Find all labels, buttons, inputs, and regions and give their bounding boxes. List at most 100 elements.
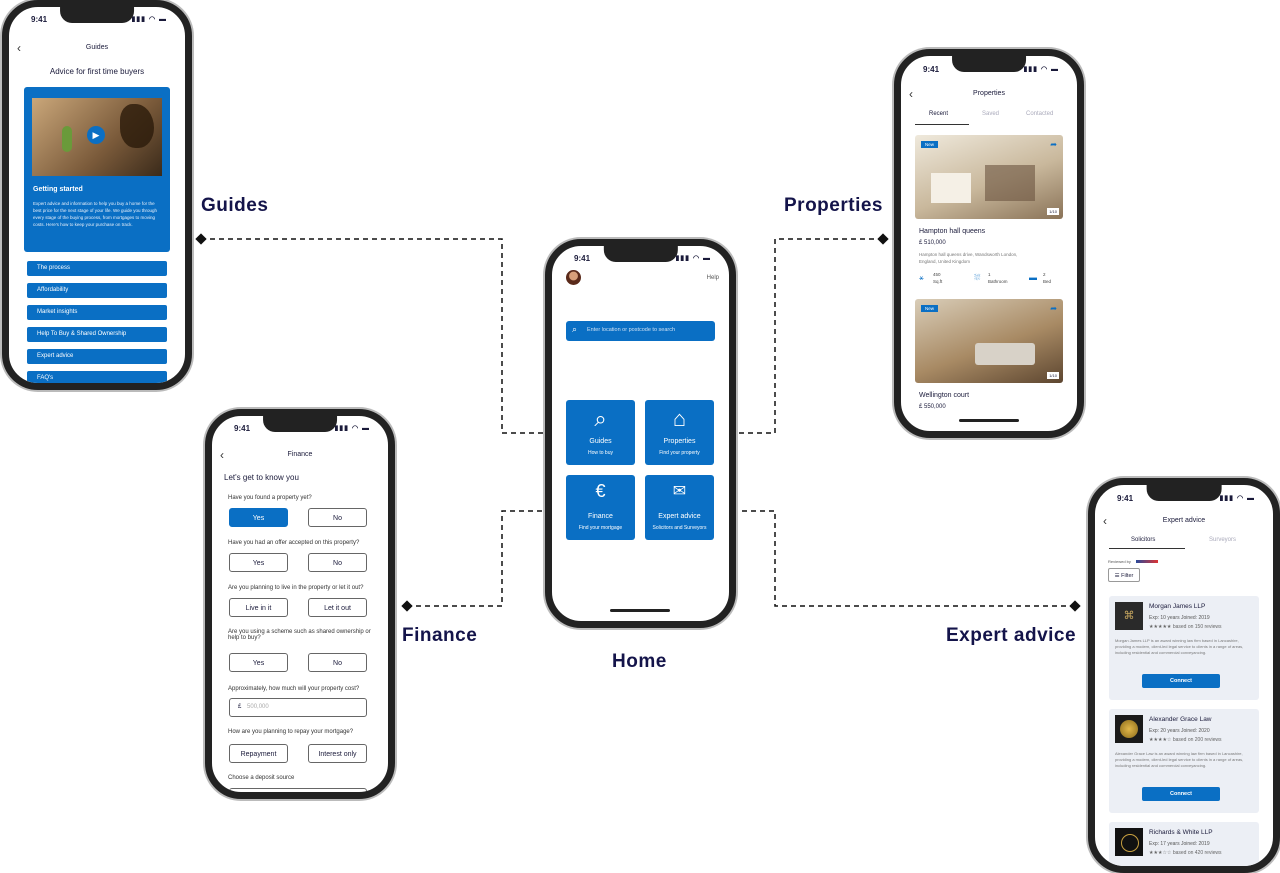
home-indicator xyxy=(959,419,1019,422)
search-bar[interactable]: ⌕ Enter location or postcode to search xyxy=(566,321,715,341)
review-count: based on 420 reviews xyxy=(1172,850,1222,856)
status-time: 9:41 xyxy=(1117,494,1134,503)
avatar[interactable] xyxy=(566,270,581,285)
help-link[interactable]: Help xyxy=(707,275,719,281)
answer-yes-button[interactable]: Yes xyxy=(229,553,288,572)
answer-yes-button[interactable]: Yes xyxy=(229,653,288,672)
tile-subtitle: Find your property xyxy=(659,450,700,456)
label-expert-advice: Expert advice xyxy=(946,625,1077,646)
guide-video-thumbnail: ▶ xyxy=(32,98,162,176)
label-guides: Guides xyxy=(201,195,269,216)
notch xyxy=(263,416,337,432)
firm-meta: Exp: 17 years Joined: 2019 xyxy=(1149,841,1210,847)
area-icon: ⚹ xyxy=(919,273,924,282)
guide-item-market-insights[interactable]: Market insights xyxy=(27,305,167,320)
home-indicator xyxy=(610,609,670,612)
guide-item-affordability[interactable]: Affordability xyxy=(27,283,167,298)
price-input[interactable]: £ 500,000 xyxy=(229,698,367,717)
firm-card: ⌘ Morgan James LLP Exp: 10 years Joined:… xyxy=(1109,596,1259,700)
tab-recent[interactable]: Recent xyxy=(929,111,948,117)
tile-expert-advice[interactable]: ✉ Expert advice Solicitors and Surveyors xyxy=(645,475,714,540)
search-placeholder: Enter location or postcode to search xyxy=(587,327,676,333)
finance-heading: Let's get to know you xyxy=(224,473,299,482)
review-count: based on 150 reviews xyxy=(1172,624,1222,630)
star-rating-icon: ★★★☆☆ xyxy=(1149,850,1172,856)
deposit-select[interactable] xyxy=(229,788,367,792)
home-phone: 9:41 ▮▮▮ ◠ ▬ Help ⌕ Enter location or pos… xyxy=(545,239,736,628)
filter-label: Filter xyxy=(1121,573,1134,579)
house-icon: ⌂ xyxy=(672,406,687,431)
connect-button[interactable]: Connect xyxy=(1142,787,1220,801)
area-unit: Sq.ft xyxy=(933,279,943,284)
question-price: Approximately, how much will your proper… xyxy=(228,686,360,692)
property-name[interactable]: Wellington court xyxy=(919,392,969,399)
tab-surveyors[interactable]: Surveyors xyxy=(1209,537,1236,543)
guide-item-expert-advice[interactable]: Expert advice xyxy=(27,349,167,364)
tab-contacted[interactable]: Contacted xyxy=(1026,111,1053,117)
answer-no-button[interactable]: No xyxy=(308,553,367,572)
bed-unit: Bed xyxy=(1043,279,1052,284)
firm-name[interactable]: Morgan James LLP xyxy=(1149,603,1205,610)
getting-started-card[interactable]: ▶ Getting started Expert advice and info… xyxy=(24,87,170,252)
property-name[interactable]: Hampton hall queens xyxy=(919,228,985,235)
properties-header: Properties xyxy=(973,90,1005,97)
reviewed-by-label: Reviewed by xyxy=(1108,559,1131,564)
euro-hand-icon: € xyxy=(595,481,606,501)
question-repay: How are you planning to repay your mortg… xyxy=(228,729,354,735)
bed-stat: ▬ 2 Bed xyxy=(1029,272,1051,284)
search-icon: ⌕ xyxy=(572,324,578,334)
bath-unit: Bathroom xyxy=(988,279,1008,284)
tab-solicitors[interactable]: Solicitors xyxy=(1131,537,1155,543)
play-icon[interactable]: ▶ xyxy=(87,126,105,144)
interest-only-button[interactable]: Interest only xyxy=(308,744,367,763)
property-photo[interactable]: New ➦ 1/10 xyxy=(915,299,1063,383)
firm-rating: ★★★☆☆ based on 420 reviews xyxy=(1149,850,1221,856)
property-price: £ 550,000 xyxy=(919,404,946,410)
firm-logo xyxy=(1115,715,1143,743)
firm-description: Morgan James LLP is an award winning law… xyxy=(1115,638,1244,655)
review-count: based on 200 reviews xyxy=(1172,737,1222,743)
guide-item-help-to-buy[interactable]: Help To Buy & Shared Ownership xyxy=(27,327,167,342)
answer-live-in-button[interactable]: Live in it xyxy=(229,598,288,617)
answer-let-out-button[interactable]: Let it out xyxy=(308,598,367,617)
tile-subtitle: How to buy xyxy=(587,450,613,456)
firm-logo xyxy=(1115,828,1143,856)
firm-name[interactable]: Alexander Grace Law xyxy=(1149,716,1212,723)
bed-value: 2 xyxy=(1043,272,1046,277)
tile-title: Finance xyxy=(588,513,613,520)
tile-finance[interactable]: € Finance Find your mortgage xyxy=(566,475,635,540)
new-badge: New xyxy=(921,305,939,312)
guide-item-faqs[interactable]: FAQ's xyxy=(27,371,167,383)
star-rating-icon: ★★★★☆ xyxy=(1149,737,1172,743)
question-found-property: Have you found a property yet? xyxy=(228,495,312,501)
tile-properties[interactable]: ⌂ Properties Find your property xyxy=(645,400,714,465)
question-deposit: Choose a deposit source xyxy=(228,775,295,781)
tile-title: Properties xyxy=(663,438,696,445)
status-icons: ▮▮▮ ◠ ▬ xyxy=(131,16,167,23)
connect-button[interactable]: Connect xyxy=(1142,674,1220,688)
answer-yes-button[interactable]: Yes xyxy=(229,508,288,527)
card-text: Expert advice and information to help yo… xyxy=(33,201,157,227)
price-placeholder: 500,000 xyxy=(247,704,269,710)
finance-phone: 9:41 ▮▮▮ ◠ ▬ ‹ Finance Let's get to know … xyxy=(205,409,395,799)
new-badge: New xyxy=(921,141,939,148)
question-scheme: Are you using a scheme such as shared ow… xyxy=(228,629,371,641)
answer-no-button[interactable]: No xyxy=(308,508,367,527)
question-live-or-let: Are you planning to live in the property… xyxy=(228,585,364,591)
share-icon[interactable]: ➦ xyxy=(1050,140,1057,149)
magnifier-chart-icon: ⌕ xyxy=(594,406,607,431)
firm-name[interactable]: Richards & White LLP xyxy=(1149,829,1213,836)
expert-header: Expert advice xyxy=(1162,517,1206,524)
tile-guides[interactable]: ⌕ Guides How to buy xyxy=(566,400,635,465)
bath-value: 1 xyxy=(988,272,991,277)
share-icon[interactable]: ➦ xyxy=(1050,304,1057,313)
tile-subtitle: Solicitors and Surveyors xyxy=(652,525,707,531)
repayment-button[interactable]: Repayment xyxy=(229,744,288,763)
guide-item-process[interactable]: The process xyxy=(27,261,167,276)
filter-button[interactable]: ☰ Filter xyxy=(1108,568,1140,582)
finance-header: Finance xyxy=(287,451,313,458)
property-photo[interactable]: New ➦ 1/10 xyxy=(915,135,1063,219)
tab-saved[interactable]: Saved xyxy=(982,111,999,117)
answer-no-button[interactable]: No xyxy=(308,653,367,672)
status-icons: ▮▮▮ ◠ ▬ xyxy=(1219,495,1255,502)
